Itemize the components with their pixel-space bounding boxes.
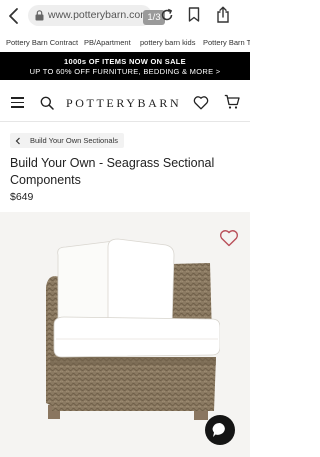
chat-icon (212, 422, 225, 437)
chevron-left-icon (15, 137, 20, 144)
share-icon[interactable] (216, 6, 230, 23)
bookmark-link[interactable]: Pottery Barn Te (203, 38, 250, 47)
promo-headline: 1000s OF ITEMS NOW ON SALE (64, 57, 186, 66)
cart-icon[interactable] (224, 94, 240, 110)
reload-icon[interactable] (160, 8, 174, 22)
seagrass-chair-illustration (46, 238, 220, 420)
search-icon[interactable] (40, 96, 54, 110)
product-price: $649 (10, 191, 34, 203)
promo-subline: UP TO 60% OFF FURNITURE, BEDDING & MORE … (29, 67, 221, 76)
bookmarks-bar: Pottery Barn Contract PB/Apartment potte… (0, 36, 250, 50)
promo-banner[interactable]: 1000s OF ITEMS NOW ON SALE UP TO 60% OFF… (0, 52, 250, 80)
back-icon[interactable] (6, 7, 22, 25)
product-title: Build Your Own - Seagrass Sectional Comp… (10, 156, 215, 187)
lock-icon (35, 10, 44, 21)
browser-toolbar: www.potterybarn.com 1/3 (0, 0, 250, 32)
address-bar[interactable]: www.potterybarn.com 1/3 (28, 5, 165, 26)
bookmark-link[interactable]: PB/Apartment (84, 38, 131, 47)
site-logo[interactable]: POTTERYBARN (66, 96, 181, 111)
bookmark-icon[interactable] (188, 7, 200, 22)
chat-button[interactable] (205, 415, 235, 445)
site-header: POTTERYBARN (0, 86, 250, 122)
heart-icon[interactable] (193, 95, 209, 110)
menu-icon[interactable] (11, 97, 24, 108)
url-text[interactable]: www.potterybarn.com (48, 9, 148, 21)
bookmark-link[interactable]: pottery barn kids (140, 38, 195, 47)
bookmark-link[interactable]: Pottery Barn Contract (6, 38, 78, 47)
breadcrumb-label[interactable]: Build Your Own Sectionals (30, 136, 118, 145)
wishlist-heart-icon[interactable] (219, 229, 239, 247)
product-image[interactable] (0, 212, 250, 457)
breadcrumb[interactable]: Build Your Own Sectionals (10, 133, 124, 148)
